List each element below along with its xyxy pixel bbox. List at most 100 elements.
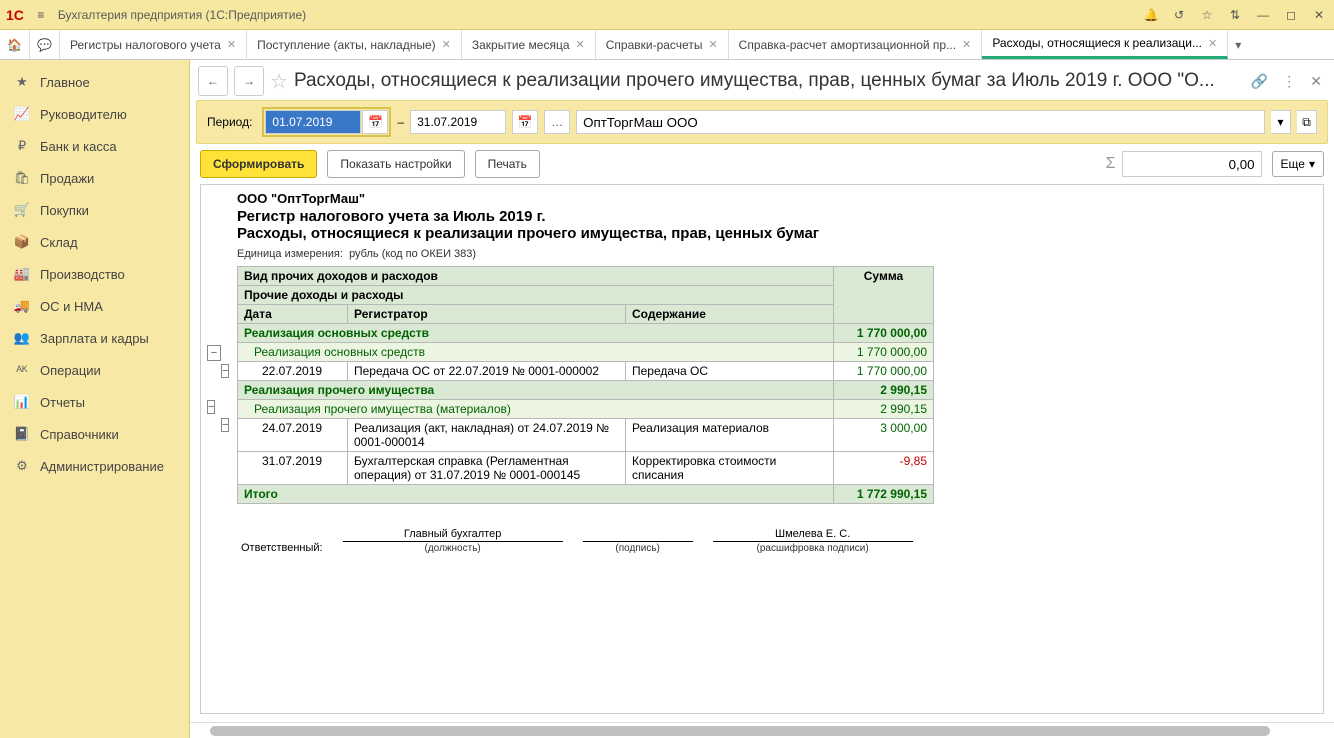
subgroup-amt: 1 770 000,00 bbox=[834, 343, 934, 362]
bag-icon: 🛍 bbox=[14, 170, 30, 186]
sidebar: ★Главное 📈Руководителю ₽Банк и касса 🛍Пр… bbox=[0, 60, 190, 738]
gear-icon: ⚙ bbox=[14, 458, 30, 474]
group-row[interactable]: Реализация прочего имущества bbox=[238, 381, 834, 400]
group-amt: 2 990,15 bbox=[834, 381, 934, 400]
tab-registers[interactable]: Регистры налогового учета✕ bbox=[60, 30, 247, 59]
logo-1c-icon: 1C bbox=[6, 7, 24, 23]
truck-icon: 🚚 bbox=[14, 298, 30, 314]
sidebar-item-sales[interactable]: 🛍Продажи bbox=[0, 162, 189, 194]
tab-reports[interactable]: Справки-расчеты✕ bbox=[596, 30, 729, 59]
people-icon: 👥 bbox=[14, 330, 30, 346]
star-icon[interactable]: ☆ bbox=[1198, 6, 1216, 24]
unit-row: Единица измерения: рубль (код по ОКЕИ 38… bbox=[237, 248, 1317, 260]
date-to-input[interactable] bbox=[410, 110, 506, 134]
sidebar-item-prod[interactable]: 🏭Производство bbox=[0, 258, 189, 290]
history-icon[interactable]: ↺ bbox=[1170, 6, 1188, 24]
tabs-dropdown[interactable]: ▾ bbox=[1228, 30, 1248, 59]
app-title: Бухгалтерия предприятия (1С:Предприятие) bbox=[58, 8, 306, 22]
position-underline: (должность) bbox=[343, 541, 563, 554]
header-date-cell: Дата bbox=[238, 305, 348, 324]
more-icon[interactable]: ⋮ bbox=[1278, 73, 1300, 90]
row-cont: Корректировка стоимости списания bbox=[626, 452, 834, 485]
header-group1-cell: Вид прочих доходов и расходов bbox=[238, 267, 834, 286]
settings-icon[interactable]: ⇅ bbox=[1226, 6, 1244, 24]
close-icon[interactable]: ✕ bbox=[708, 38, 717, 51]
row-cont: Передача ОС bbox=[626, 362, 834, 381]
period-label: Период: bbox=[207, 115, 252, 129]
sidebar-item-admin[interactable]: ⚙Администрирование bbox=[0, 450, 189, 482]
nav-back-button[interactable]: ← bbox=[198, 66, 228, 96]
row-reg: Передача ОС от 22.07.2019 № 0001-000002 bbox=[348, 362, 626, 381]
nav-fwd-button[interactable]: → bbox=[234, 66, 264, 96]
org-dropdown-icon[interactable]: ▾ bbox=[1271, 110, 1291, 134]
calendar-to-icon[interactable]: 📅 bbox=[512, 110, 538, 134]
close-icon[interactable]: ✕ bbox=[1208, 37, 1217, 50]
total-amt: 1 772 990,15 bbox=[834, 485, 934, 504]
sum-input[interactable] bbox=[1122, 151, 1262, 177]
collapse-icon[interactable]: − bbox=[207, 400, 215, 414]
bell-icon[interactable]: 🔔 bbox=[1142, 6, 1160, 24]
sidebar-item-manager[interactable]: 📈Руководителю bbox=[0, 98, 189, 130]
sidebar-item-refs[interactable]: 📓Справочники bbox=[0, 418, 189, 450]
sidebar-item-ops[interactable]: ᴬᴷОперации bbox=[0, 354, 189, 386]
signature-block: Ответственный: Главный бухгалтер (должно… bbox=[237, 528, 1317, 554]
tab-receipts[interactable]: Поступление (акты, накладные)✕ bbox=[247, 30, 462, 59]
close-window-icon[interactable]: ✕ bbox=[1310, 6, 1328, 24]
date-from-input[interactable] bbox=[265, 110, 361, 134]
row-reg: Реализация (акт, накладная) от 24.07.201… bbox=[348, 419, 626, 452]
sidebar-item-os[interactable]: 🚚ОС и НМА bbox=[0, 290, 189, 322]
sidebar-item-salary[interactable]: 👥Зарплата и кадры bbox=[0, 322, 189, 354]
generate-button[interactable]: Сформировать bbox=[200, 150, 317, 178]
tab-expenses[interactable]: Расходы, относящиеся к реализаци...✕ bbox=[982, 30, 1228, 59]
sidebar-item-reports[interactable]: 📊Отчеты bbox=[0, 386, 189, 418]
sidebar-item-bank[interactable]: ₽Банк и касса bbox=[0, 130, 189, 162]
hamburger-icon[interactable]: ≡ bbox=[32, 6, 50, 24]
subgroup-row[interactable]: Реализация прочего имущества (материалов… bbox=[238, 400, 834, 419]
show-settings-button[interactable]: Показать настройки bbox=[327, 150, 464, 178]
maximize-icon[interactable]: ◻ bbox=[1282, 6, 1300, 24]
toolbar: Сформировать Показать настройки Печать Σ… bbox=[190, 150, 1334, 184]
org-input[interactable] bbox=[576, 110, 1265, 134]
star-solid-icon: ★ bbox=[14, 74, 30, 90]
signer-name: Шмелева Е. С. bbox=[713, 528, 913, 541]
signature-underline: (подпись) bbox=[583, 541, 693, 554]
more-button[interactable]: Еще▾ bbox=[1272, 151, 1324, 177]
collapse-icon[interactable]: − bbox=[221, 418, 229, 432]
report-area[interactable]: ООО "ОптТоргМаш" Регистр налогового учет… bbox=[200, 184, 1324, 714]
discuss-button[interactable]: 💬 bbox=[30, 30, 60, 59]
row-date: 24.07.2019 bbox=[238, 419, 348, 452]
horizontal-scrollbar[interactable] bbox=[190, 722, 1334, 738]
chevron-down-icon: ▾ bbox=[1309, 157, 1315, 171]
close-page-icon[interactable]: ✕ bbox=[1306, 73, 1326, 90]
row-amt: -9,85 bbox=[834, 452, 934, 485]
sidebar-item-stock[interactable]: 📦Склад bbox=[0, 226, 189, 258]
link-icon[interactable]: 🔗 bbox=[1247, 73, 1272, 90]
group-row[interactable]: Реализация основных средств bbox=[238, 324, 834, 343]
collapse-icon[interactable]: − bbox=[221, 364, 229, 378]
sidebar-item-main[interactable]: ★Главное bbox=[0, 66, 189, 98]
close-icon[interactable]: ✕ bbox=[962, 38, 971, 51]
tabbar: 🏠 💬 Регистры налогового учета✕ Поступлен… bbox=[0, 30, 1334, 60]
header-reg-cell: Регистратор bbox=[348, 305, 626, 324]
close-icon[interactable]: ✕ bbox=[227, 38, 236, 51]
close-icon[interactable]: ✕ bbox=[442, 38, 451, 51]
org-open-icon[interactable]: ⧉ bbox=[1297, 110, 1317, 134]
close-icon[interactable]: ✕ bbox=[576, 38, 585, 51]
minimize-icon[interactable]: — bbox=[1254, 6, 1272, 24]
trend-icon: 📈 bbox=[14, 106, 30, 122]
favorite-icon[interactable]: ☆ bbox=[270, 69, 288, 94]
home-button[interactable]: 🏠 bbox=[0, 30, 30, 59]
ops-icon: ᴬᴷ bbox=[14, 362, 30, 378]
collapse-icon[interactable]: − bbox=[207, 345, 221, 361]
print-button[interactable]: Печать bbox=[475, 150, 540, 178]
calendar-from-icon[interactable]: 📅 bbox=[362, 110, 388, 134]
tab-amort[interactable]: Справка-расчет амортизационной пр...✕ bbox=[729, 30, 983, 59]
row-date: 22.07.2019 bbox=[238, 362, 348, 381]
sidebar-item-purchase[interactable]: 🛒Покупки bbox=[0, 194, 189, 226]
subgroup-row[interactable]: Реализация основных средств bbox=[238, 343, 834, 362]
box-icon: 📦 bbox=[14, 234, 30, 250]
tab-close-month[interactable]: Закрытие месяца✕ bbox=[462, 30, 596, 59]
period-picker-button[interactable]: … bbox=[544, 110, 570, 134]
report-table: Вид прочих доходов и расходов Сумма Проч… bbox=[237, 266, 934, 504]
responsible-label: Ответственный: bbox=[241, 542, 323, 554]
